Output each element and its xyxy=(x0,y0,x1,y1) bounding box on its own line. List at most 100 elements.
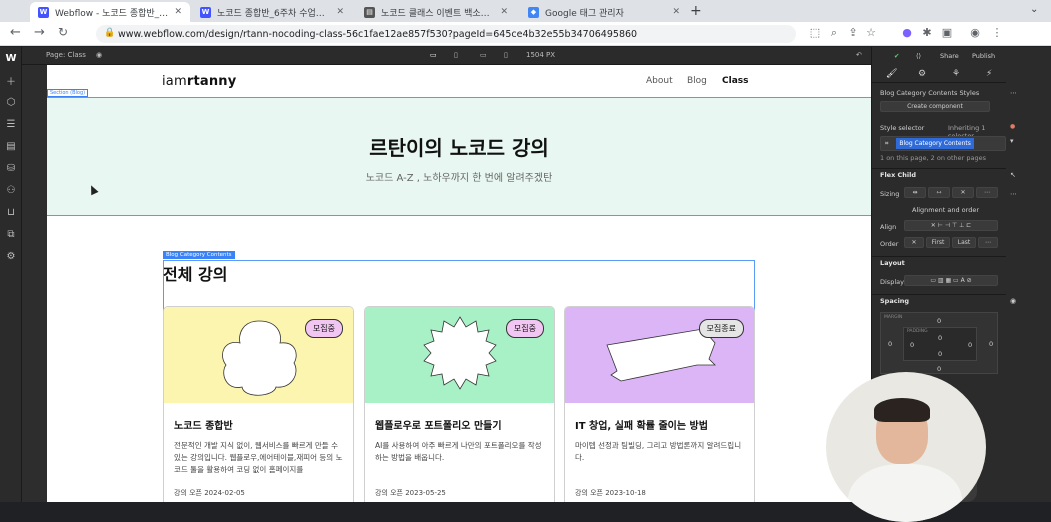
share-button[interactable]: Share xyxy=(940,52,959,60)
settings-gear-icon[interactable]: ⚙ xyxy=(0,245,22,267)
style-brush-icon[interactable]: 🖌 xyxy=(886,69,897,79)
navigator-icon[interactable]: ☰ xyxy=(0,113,22,135)
zoom-icon[interactable]: ⌕ xyxy=(827,26,841,40)
nav-link-blog[interactable]: Blog xyxy=(687,76,707,86)
order-more-button[interactable]: ⋯ xyxy=(978,237,998,248)
cms-icon[interactable]: ⛁ xyxy=(0,157,22,179)
browser-tab-gtm[interactable]: ◆ Google 태그 관리자 ✕ xyxy=(520,2,688,22)
extension-icon[interactable]: ● xyxy=(900,26,914,40)
profile-avatar-icon[interactable]: ◉ xyxy=(968,26,982,40)
components-icon[interactable]: ⬡ xyxy=(0,91,22,113)
side-panel-icon[interactable]: ▣ xyxy=(940,26,954,40)
pages-icon[interactable]: ▤ xyxy=(0,135,22,157)
create-component-button[interactable]: Create component xyxy=(880,101,990,112)
eye-icon[interactable]: ◉ xyxy=(96,51,102,59)
selector-chevron-icon[interactable]: ▾ xyxy=(1010,137,1014,145)
notion-favicon-icon: ▤ xyxy=(364,6,375,18)
margin-bottom-value[interactable]: 0 xyxy=(937,365,941,373)
cursor-icon[interactable]: ↖ xyxy=(1010,171,1016,179)
card-title: IT 창업, 실패 확률 줄이는 방법 xyxy=(575,421,708,432)
spacing-box[interactable]: MARGIN 0 0 0 0 PADDING 0 0 0 0 xyxy=(880,312,998,374)
tab-search-chevron-icon[interactable]: ⌄ xyxy=(1030,4,1038,15)
order-first-button[interactable]: First xyxy=(926,237,950,248)
close-icon[interactable]: ✕ xyxy=(672,7,680,17)
class-chip[interactable]: Blog Category Contents xyxy=(896,138,974,149)
design-canvas[interactable]: iamrtanny About Blog Class Section (Blog… xyxy=(47,65,871,502)
mobile-landscape-icon[interactable]: ▭ xyxy=(480,51,487,59)
card-date: 강의 오픈 2023-05-25 xyxy=(375,489,446,497)
sizing-grow-button[interactable]: ⇿ xyxy=(928,187,950,198)
padding-right-value[interactable]: 0 xyxy=(968,341,972,349)
extensions-puzzle-icon[interactable]: ✱ xyxy=(920,26,934,40)
course-card[interactable]: 모집중 웹플로우로 포트폴리오 만들기 AI를 사용하여 아주 빠르게 나만의 … xyxy=(364,306,555,502)
undo-icon[interactable]: ↶ xyxy=(856,51,862,59)
back-arrow-icon[interactable]: ← xyxy=(10,25,21,40)
spacing-settings-icon[interactable]: ◉ xyxy=(1010,297,1016,305)
webflow-favicon-icon: W xyxy=(200,6,211,18)
browser-tab-code[interactable]: W 노코드 종합반_6주차 수업용 - Cod ✕ xyxy=(192,2,352,22)
course-card[interactable]: 모집중 노코드 종합반 전문적인 개발 지식 없이, 웹서비스를 빠르게 만들 … xyxy=(163,306,354,502)
new-tab-plus-icon[interactable]: + xyxy=(690,3,702,19)
desktop-breakpoint-icon[interactable]: ▭ xyxy=(430,51,437,59)
install-icon[interactable]: ⬚ xyxy=(808,26,822,40)
site-logo[interactable]: iamrtanny xyxy=(162,74,236,89)
hero-section[interactable]: 르탄이의 노코드 강의 노코드 A-Z , 노하우까지 한 번에 알려주겠탄 xyxy=(47,97,871,216)
address-bar[interactable]: 🔒 www.webflow.com/design/rtann-nocoding-… xyxy=(96,25,796,43)
bookmark-star-icon[interactable]: ☆ xyxy=(864,26,878,40)
class-icon: ⌗ xyxy=(885,139,889,147)
assets-icon[interactable]: ⧉ xyxy=(0,223,22,245)
order-last-button[interactable]: Last xyxy=(952,237,976,248)
webflow-logo-icon[interactable]: W xyxy=(0,47,22,69)
webcam-overlay xyxy=(826,372,986,522)
share-icon[interactable]: ⇪ xyxy=(846,26,860,40)
align-buttons[interactable]: ✕ ⊢ ⊣ ⊤ ⊥ ⊏ xyxy=(904,220,998,231)
designer-left-toolbar: W ＋ ⬡ ☰ ▤ ⛁ ⚇ ⊔ ⧉ ⚙ xyxy=(0,47,22,502)
order-none-button[interactable]: ✕ xyxy=(904,237,924,248)
style-selector-label: Style selector xyxy=(880,124,925,132)
code-icon[interactable]: ⟨⟩ xyxy=(916,52,921,60)
sizing-more-button[interactable]: ⋯ xyxy=(976,187,998,198)
close-icon[interactable]: ✕ xyxy=(500,7,508,17)
card-date: 강의 오픈 2024-02-05 xyxy=(174,489,245,497)
layout-header[interactable]: Layout xyxy=(872,256,1007,268)
padding-box[interactable]: PADDING 0 0 0 0 xyxy=(903,327,977,361)
reload-icon[interactable]: ↻ xyxy=(58,25,68,39)
tablet-breakpoint-icon[interactable]: ▯ xyxy=(454,51,458,59)
padding-bottom-value[interactable]: 0 xyxy=(938,350,942,358)
spacing-header[interactable]: Spacing xyxy=(872,294,1007,306)
browser-tab-event[interactable]: ▤ 노코드 클래스 이벤트 백소노미: Eve ✕ xyxy=(356,2,516,22)
close-icon[interactable]: ✕ xyxy=(174,7,182,17)
margin-right-value[interactable]: 0 xyxy=(989,340,993,348)
nav-link-class[interactable]: Class xyxy=(722,76,748,86)
page-selector[interactable]: Page: Class xyxy=(46,51,86,59)
add-element-icon[interactable]: ＋ xyxy=(0,69,22,91)
lightning-icon[interactable]: ⚡ xyxy=(986,69,992,79)
card-date: 강의 오픈 2023-10-18 xyxy=(575,489,646,497)
margin-top-value[interactable]: 0 xyxy=(937,317,941,325)
sizing-shrink-button[interactable]: ⇹ xyxy=(904,187,926,198)
padding-left-value[interactable]: 0 xyxy=(910,341,914,349)
close-icon[interactable]: ✕ xyxy=(336,7,344,17)
settings-gear-icon[interactable]: ⚙ xyxy=(918,69,926,79)
users-icon[interactable]: ⚇ xyxy=(0,179,22,201)
nav-link-about[interactable]: About xyxy=(646,76,673,86)
publish-button[interactable]: Publish xyxy=(972,52,995,60)
display-buttons[interactable]: ▭ ▥ ▦ ▭ A ⊘ xyxy=(904,275,998,286)
browser-tab-webflow[interactable]: W Webflow - 노코드 종합반_6주차 수 ✕ xyxy=(30,2,190,22)
more-options-icon[interactable]: ⋯ xyxy=(1010,89,1017,97)
sizing-none-button[interactable]: ✕ xyxy=(952,187,974,198)
kebab-menu-icon[interactable]: ⋮ xyxy=(990,26,1004,40)
padding-top-value[interactable]: 0 xyxy=(938,334,942,342)
forward-arrow-icon[interactable]: → xyxy=(34,25,45,40)
alignment-order-toggle[interactable]: Alignment and order xyxy=(912,206,979,214)
interactions-icon[interactable]: ⚘ xyxy=(952,69,960,79)
class-selector-input[interactable]: ⌗ Blog Category Contents xyxy=(880,136,1006,151)
ecommerce-icon[interactable]: ⊔ xyxy=(0,201,22,223)
flex-child-header[interactable]: Flex Child xyxy=(872,168,1007,180)
mobile-portrait-icon[interactable]: ▯ xyxy=(504,51,508,59)
panel-scroll-area: ⋯ ● ▾ ↖ ⋯ ◉ xyxy=(1006,47,1051,502)
sizing-more-icon[interactable]: ⋯ xyxy=(1010,190,1017,198)
selector-inherit-icon: ● xyxy=(1010,123,1016,130)
course-card[interactable]: 모집종료 IT 창업, 실패 확률 줄이는 방법 마이텝 선정과 팀빌딩, 그리… xyxy=(564,306,755,502)
margin-left-value[interactable]: 0 xyxy=(888,340,892,348)
